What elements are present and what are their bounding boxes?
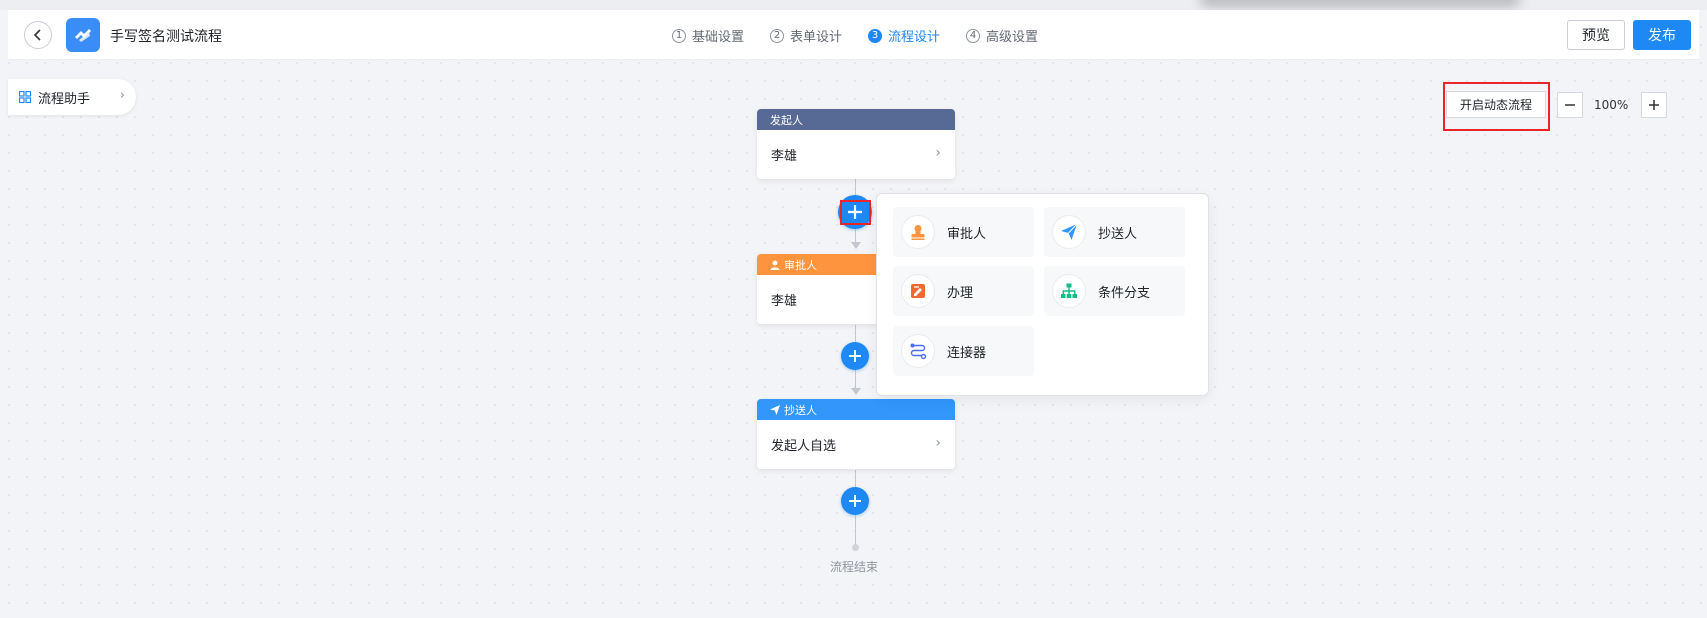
step-basic-settings[interactable]: 1 基础设置 [672,26,744,45]
node-body: 发起人自选 › [757,420,955,469]
zoom-level: 100% [1594,98,1629,112]
option-condition-branch[interactable]: 条件分支 [1044,266,1185,316]
node-header: 抄送人 [757,399,955,420]
option-connector[interactable]: 连接器 [893,326,1034,376]
option-label: 抄送人 [1098,226,1138,242]
step-form-design[interactable]: 2 表单设计 [770,26,842,45]
zoom-in-button[interactable] [1641,92,1667,118]
initiator-node[interactable]: 发起人 李雄 › [757,109,955,179]
flow-end-label: 流程结束 [830,560,879,574]
grid-icon [19,91,31,103]
option-label: 办理 [947,285,974,301]
option-label: 连接器 [947,345,987,361]
enable-dynamic-flow-button[interactable]: 开启动态流程 [1446,91,1546,118]
node-header: 发起人 [757,109,955,130]
user-icon [770,260,780,270]
flow-assistant-label: 流程助手 [38,91,91,107]
step-flow-design[interactable]: 3 流程设计 [868,26,940,45]
plus-icon [849,495,861,507]
plus-icon [848,205,862,219]
node-value: 李雄 [771,149,798,164]
option-approver[interactable]: 审批人 [893,207,1034,257]
chevron-right-icon: › [935,145,941,161]
node-title: 发起人 [770,113,803,127]
option-cc[interactable]: 抄送人 [1044,207,1185,257]
approver-stamp-icon [901,215,935,249]
option-handle[interactable]: 办理 [893,266,1034,316]
send-plane-icon [1052,215,1086,249]
zoom-out-button[interactable] [1557,92,1583,118]
step-label: 流程设计 [888,30,941,45]
send-plane-icon [770,404,780,415]
cc-node[interactable]: 抄送人 发起人自选 › [757,399,955,469]
node-title: 审批人 [784,258,817,272]
step-label: 基础设置 [692,30,745,45]
overlay-shadow [1200,0,1520,6]
node-value: 李雄 [771,294,798,309]
add-node-button[interactable] [841,487,869,515]
flow-assistant-button[interactable]: 流程助手 › [8,79,136,115]
arrow-left-icon [33,29,41,41]
plus-icon [1649,100,1659,110]
minus-icon [1565,104,1575,106]
connector-arrow [851,242,861,249]
option-label: 条件分支 [1098,285,1151,301]
option-label: 审批人 [947,226,987,242]
edit-document-icon [901,274,935,308]
node-body: 李雄 › [757,130,955,179]
publish-button[interactable]: 发布 [1633,20,1691,50]
app-title: 手写签名测试流程 [110,29,222,45]
connector-arrow [851,388,861,395]
step-advanced-settings[interactable]: 4 高级设置 [966,26,1038,45]
node-value: 发起人自选 [771,439,837,454]
app-logo-icon [66,18,100,52]
plus-icon [849,350,861,362]
branch-tree-icon [1052,274,1086,308]
header-bar: 手写签名测试流程 1 基础设置 2 表单设计 3 流程设计 4 高级设置 预览 … [8,10,1699,60]
step-number: 4 [966,28,981,43]
step-navigation: 1 基础设置 2 表单设计 3 流程设计 4 高级设置 [672,26,1038,45]
add-node-popover: 审批人 抄送人 办理 条件分支 连接器 [876,193,1209,396]
step-number: 3 [868,28,883,43]
chevron-right-icon: › [935,435,941,451]
add-node-button[interactable] [841,342,869,370]
connector-icon [901,334,935,368]
add-node-button[interactable] [838,195,872,229]
back-button[interactable] [24,21,52,49]
preview-button[interactable]: 预览 [1567,20,1625,50]
flow-end-dot [852,544,859,551]
chevron-right-icon: › [119,88,125,103]
step-number: 1 [672,28,686,43]
step-number: 2 [770,28,785,43]
node-title: 抄送人 [784,403,817,417]
step-label: 表单设计 [790,30,843,45]
step-label: 高级设置 [986,30,1039,45]
